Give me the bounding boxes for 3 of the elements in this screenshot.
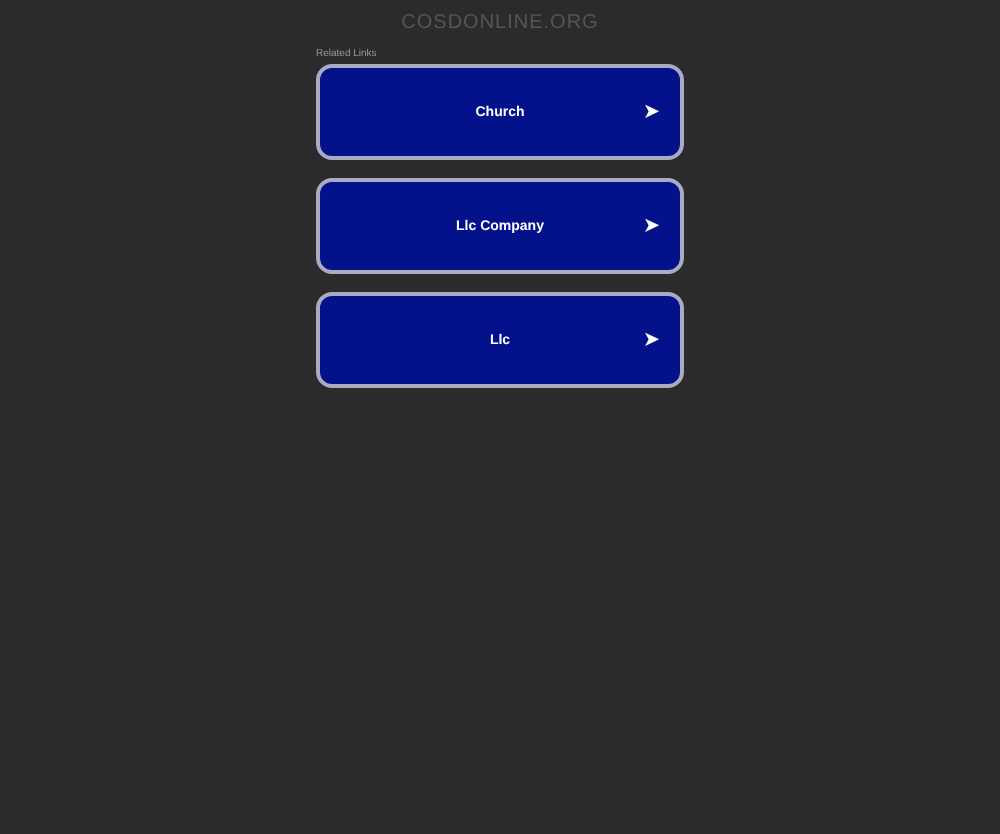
arrow-icon: ➤	[644, 103, 660, 121]
arrow-icon: ➤	[644, 217, 660, 235]
arrow-icon: ➤	[644, 331, 660, 349]
